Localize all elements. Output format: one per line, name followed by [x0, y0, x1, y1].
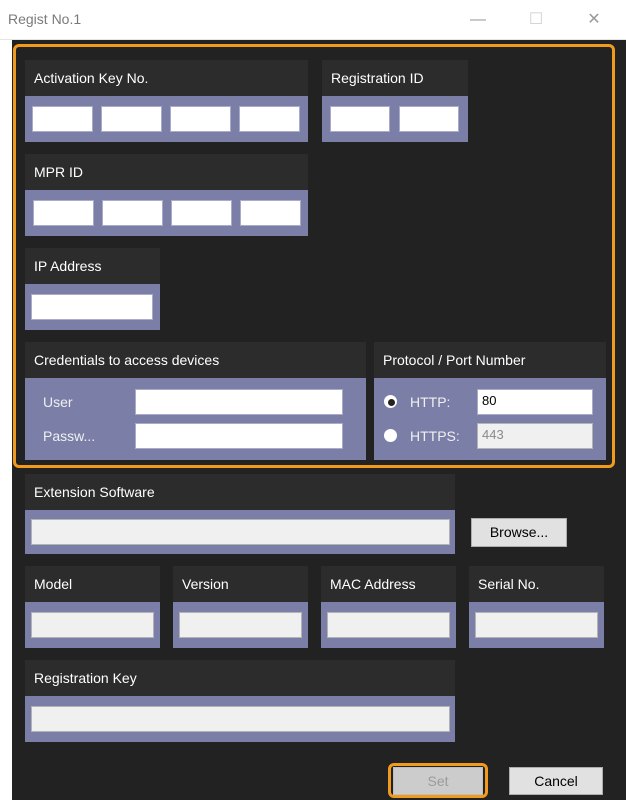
close-icon[interactable]: ✕ [582, 8, 606, 32]
mac-address-header: MAC Address [321, 566, 456, 602]
extension-software-field [31, 519, 450, 545]
maximize-icon[interactable]: ☐ [524, 8, 548, 32]
version-header: Version [173, 566, 308, 602]
model-field [31, 612, 154, 638]
serial-no-header: Serial No. [469, 566, 604, 602]
window-title: Regist No.1 [8, 11, 82, 27]
minimize-icon[interactable]: — [466, 8, 490, 32]
model-header: Model [25, 566, 160, 602]
cancel-button[interactable]: Cancel [509, 767, 603, 795]
registration-key-header: Registration Key [25, 660, 455, 696]
mac-address-field [327, 612, 450, 638]
registration-key-field [31, 706, 450, 732]
browse-button[interactable]: Browse... [471, 518, 567, 547]
set-button-highlight [388, 763, 488, 798]
extension-software-header: Extension Software [25, 474, 455, 510]
version-field [179, 612, 302, 638]
required-fields-highlight [13, 44, 615, 468]
serial-no-field [475, 612, 598, 638]
